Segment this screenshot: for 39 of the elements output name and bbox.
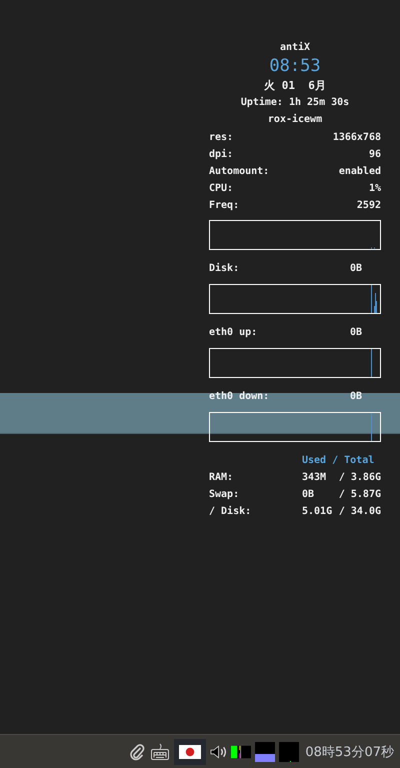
info-value: 2592 xyxy=(356,199,381,213)
date-text: 火 01 6月 xyxy=(263,78,327,94)
paperclip-icon[interactable] xyxy=(129,742,146,760)
info-value: 1% xyxy=(368,182,381,196)
info-value: 96 xyxy=(368,148,381,162)
speaker-icon[interactable] xyxy=(210,742,228,760)
memory-total: / 3.86G xyxy=(338,471,381,485)
memory-label: RAM: xyxy=(209,471,234,485)
graph-label: eth0 down: xyxy=(209,390,270,404)
memory-total: / 5.87G xyxy=(338,488,381,502)
graph-label: Disk: xyxy=(209,262,240,276)
memory-label: / Disk: xyxy=(209,504,252,519)
session-name: rox-icewm xyxy=(266,112,324,127)
memory-label: Swap: xyxy=(209,488,240,502)
activity-trace xyxy=(371,285,377,313)
info-label: CPU: xyxy=(209,182,234,196)
memory-monitor-icon[interactable] xyxy=(255,742,276,762)
keyboard-icon[interactable] xyxy=(150,742,170,760)
clock-time: 08:53 xyxy=(268,55,322,77)
keyboard-layout-button[interactable] xyxy=(174,738,206,764)
graph-value: 0B xyxy=(350,262,362,276)
info-label: Automount: xyxy=(209,165,270,179)
memory-used: 0B xyxy=(302,488,316,502)
graph-label: eth0 up: xyxy=(209,326,258,340)
info-label: res: xyxy=(209,131,234,145)
taskbar-clock[interactable]: 08時53分07秒 xyxy=(305,742,394,760)
uptime-text: Uptime: 1h 25m 30s xyxy=(240,96,350,110)
memory-used: 5.01G xyxy=(302,505,332,519)
flag-icon xyxy=(179,744,202,758)
host-name: antiX xyxy=(278,41,312,55)
memory-total: / 34.0G xyxy=(338,505,381,519)
info-value: enabled xyxy=(338,165,381,179)
memory-header: Used / Total xyxy=(302,454,376,468)
info-label: dpi: xyxy=(209,148,234,162)
memory-used: 343M xyxy=(302,471,328,485)
graph-value: 0B xyxy=(350,326,362,340)
graph-value: 0B xyxy=(350,390,362,404)
info-label: Freq: xyxy=(209,199,240,213)
info-value: 1366x768 xyxy=(332,131,381,145)
